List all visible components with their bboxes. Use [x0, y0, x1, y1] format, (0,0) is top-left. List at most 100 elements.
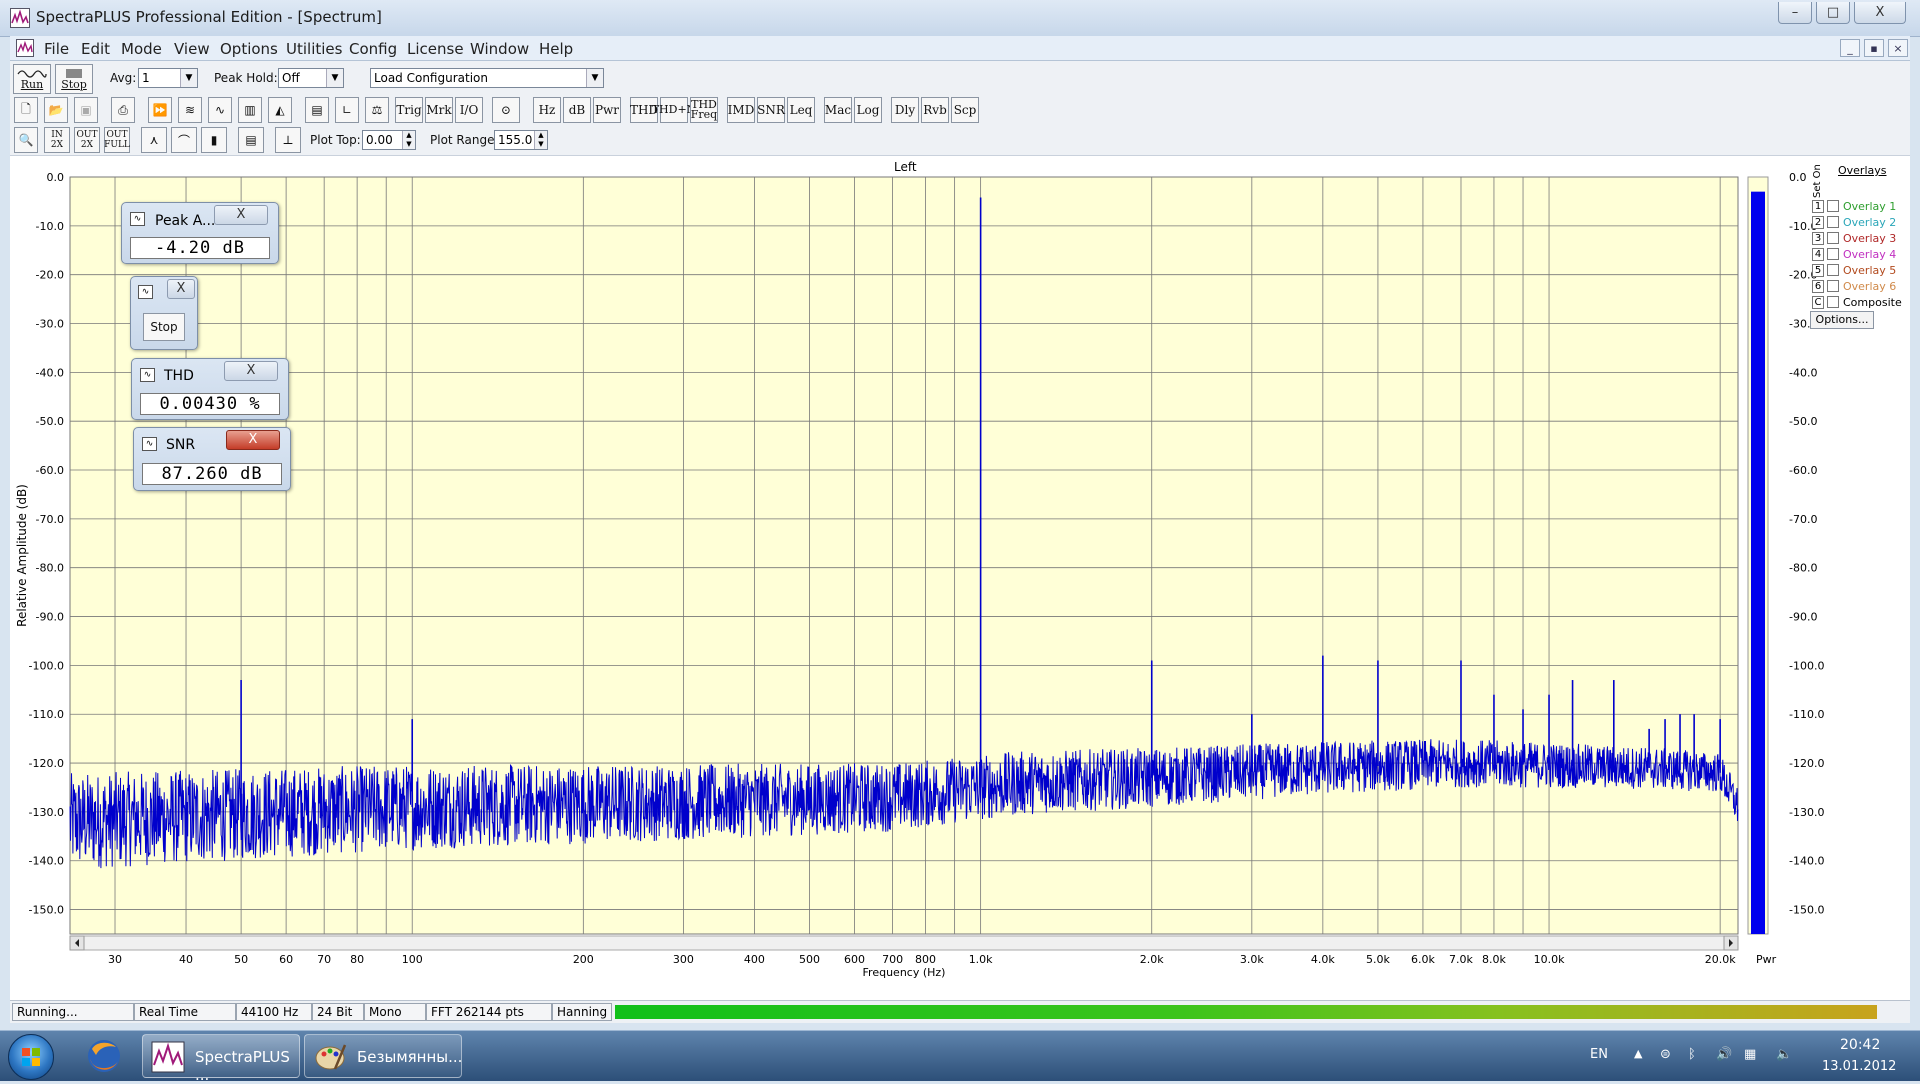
plot-top-input[interactable]: 0.00 ▲ ▼	[362, 130, 416, 150]
menu-help[interactable]: Help	[539, 40, 573, 58]
mdi-minimize-button[interactable]: _	[1840, 39, 1860, 57]
menu-options[interactable]: Options	[220, 40, 278, 58]
overlay-on-checkbox[interactable]	[1827, 296, 1839, 308]
plot-range-input[interactable]: 155.0 ▲ ▼	[494, 130, 548, 150]
overlay-row[interactable]: 3 Overlay 3	[1812, 230, 1896, 246]
overlay-on-checkbox[interactable]	[1827, 216, 1839, 228]
fast-forward-icon[interactable]: ⏩	[148, 97, 172, 123]
spectrogram-icon[interactable]: ▥	[238, 97, 262, 123]
signal-generator-icon[interactable]: ⊙	[492, 97, 520, 123]
hz-button[interactable]: Hz	[533, 97, 561, 123]
trigger-button[interactable]: Trig	[395, 97, 423, 123]
clock-time[interactable]: 20:42	[1840, 1037, 1880, 1053]
title-bar[interactable]: SpectraPLUS Professional Edition - [Spec…	[0, 0, 1920, 37]
bar-plot-icon[interactable]: ▮	[201, 127, 227, 153]
overlay-on-checkbox[interactable]	[1827, 200, 1839, 212]
meter-close-button[interactable]: X	[167, 279, 195, 299]
firefox-taskbar-icon[interactable]	[80, 1035, 128, 1077]
peak-amplitude-meter[interactable]: ∿ Peak A... X -4.20 dB	[121, 202, 279, 264]
menu-utilities[interactable]: Utilities	[286, 40, 342, 58]
mdi-restore-button[interactable]: ▪	[1864, 39, 1884, 57]
configuration-select[interactable]: Load Configuration ▼	[370, 68, 604, 88]
io-button[interactable]: I/O	[455, 97, 483, 123]
antivirus-tray-icon[interactable]: ⊜	[1660, 1047, 1671, 1062]
log-button[interactable]: Log	[854, 97, 882, 123]
overlay-set-button[interactable]: 2	[1812, 215, 1824, 229]
overlay-options-button[interactable]: Options...	[1810, 311, 1874, 329]
menu-file[interactable]: File	[44, 40, 69, 58]
taskbar-item-spectraplus[interactable]: SpectraPLUS ...	[142, 1034, 300, 1084]
macro-button[interactable]: Mac	[824, 97, 852, 123]
peak-hold-select[interactable]: Off ▼	[278, 68, 344, 88]
menu-edit[interactable]: Edit	[81, 40, 110, 58]
language-indicator[interactable]: EN	[1590, 1047, 1608, 1062]
overlay-row[interactable]: C Composite	[1812, 294, 1902, 310]
zoom-in-2x-button[interactable]: IN 2X	[44, 127, 70, 153]
clock-date[interactable]: 13.01.2012	[1822, 1059, 1896, 1074]
menu-config[interactable]: Config	[349, 40, 397, 58]
overlay-row[interactable]: 2 Overlay 2	[1812, 214, 1896, 230]
marker-button[interactable]: Mrk	[425, 97, 453, 123]
network-tray-icon[interactable]: ▦	[1744, 1047, 1756, 1062]
spinner-icon[interactable]: ▲ ▼	[402, 131, 415, 149]
y-scale-icon[interactable]: ⊥	[275, 127, 301, 153]
snr-meter[interactable]: ∿ SNR X 87.260 dB	[133, 427, 291, 491]
maximize-button[interactable]: □	[1816, 2, 1850, 24]
start-button[interactable]	[8, 1034, 54, 1080]
scope-button[interactable]: Scp	[951, 97, 979, 123]
meter-close-button[interactable]: X	[224, 361, 278, 381]
snr-button[interactable]: SNR	[757, 97, 785, 123]
pwr-button[interactable]: Pwr	[593, 97, 621, 123]
overlay-row[interactable]: 1 Overlay 1	[1812, 198, 1896, 214]
menu-license[interactable]: License	[407, 40, 464, 58]
overlay-set-button[interactable]: 6	[1812, 279, 1824, 293]
spectrum-mode-icon[interactable]: ≋	[178, 97, 202, 123]
tray-expand-icon[interactable]: ▲	[1634, 1047, 1642, 1060]
thd-meter[interactable]: ∿ THD X 0.00430 %	[131, 358, 289, 420]
weighting-icon[interactable]: ⚖	[365, 97, 389, 123]
imd-button[interactable]: IMD	[727, 97, 755, 123]
grid-icon[interactable]: ▤	[238, 127, 264, 153]
bluetooth-tray-icon[interactable]: ᛒ	[1688, 1047, 1696, 1062]
zoom-icon[interactable]: 🔍	[14, 127, 38, 153]
spectrum-chart[interactable]: 0.0 0.0-10.0 -10.0-20.0 -20.0-30.0 -30.0-40.…	[10, 156, 1910, 1000]
overlay-on-checkbox[interactable]	[1827, 280, 1839, 292]
db-button[interactable]: dB	[563, 97, 591, 123]
stop-meter-window[interactable]: ∿ X Stop	[130, 276, 198, 350]
thd-n-button[interactable]: THD+N	[652, 97, 696, 123]
speaker-tray-icon[interactable]: 🔊	[1716, 1047, 1732, 1062]
overlay-set-button[interactable]: 1	[1812, 199, 1824, 213]
line-plot-icon[interactable]: ⌒	[171, 127, 197, 153]
thd-freq-button[interactable]: THD Freq	[690, 97, 718, 123]
overlay-set-button[interactable]: 5	[1812, 263, 1824, 277]
zoom-out-full-button[interactable]: OUT FULL	[104, 127, 130, 153]
menu-window[interactable]: Window	[470, 40, 529, 58]
zoom-out-2x-button[interactable]: OUT 2X	[74, 127, 100, 153]
reverb-button[interactable]: Rvb	[921, 97, 949, 123]
overlay-set-button[interactable]: C	[1812, 295, 1824, 309]
volume-tray-icon[interactable]: 🔈	[1776, 1047, 1792, 1062]
overlay-row[interactable]: 4 Overlay 4	[1812, 246, 1896, 262]
open-folder-icon[interactable]: 📂	[44, 97, 68, 123]
avg-select[interactable]: 1 ▼	[138, 68, 198, 88]
taskbar-item-paint[interactable]: Безымянны...	[304, 1034, 462, 1078]
overlay-set-button[interactable]: 3	[1812, 231, 1824, 245]
save-icon[interactable]: ▣	[74, 97, 98, 123]
3d-surface-icon[interactable]: ◭	[268, 97, 292, 123]
new-file-icon[interactable]: 🗋	[14, 97, 38, 123]
peak-plot-icon[interactable]: ⋏	[141, 127, 167, 153]
overlay-on-checkbox[interactable]	[1827, 232, 1839, 244]
time-series-icon[interactable]: ∿	[208, 97, 232, 123]
mdi-close-button[interactable]: ×	[1888, 39, 1908, 57]
minimize-button[interactable]: –	[1778, 2, 1812, 24]
overlay-on-checkbox[interactable]	[1827, 264, 1839, 276]
axis-icon[interactable]: ∟	[335, 97, 359, 123]
leq-button[interactable]: Leq	[787, 97, 815, 123]
horizontal-scrollbar[interactable]	[69, 935, 1739, 951]
delay-button[interactable]: Dly	[891, 97, 919, 123]
menu-view[interactable]: View	[174, 40, 210, 58]
run-button[interactable]: Run	[13, 64, 51, 94]
overlay-on-checkbox[interactable]	[1827, 248, 1839, 260]
meter-close-button[interactable]: X	[226, 430, 280, 450]
overlay-set-button[interactable]: 4	[1812, 247, 1824, 261]
